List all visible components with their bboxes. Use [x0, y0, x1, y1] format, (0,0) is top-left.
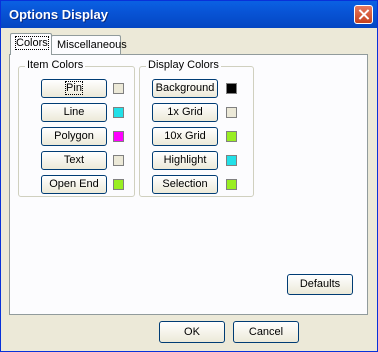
pin-color-swatch: [113, 83, 124, 94]
pin-button-label: Pin: [65, 81, 83, 95]
title-bar[interactable]: Options Display: [1, 1, 377, 28]
text-color-button[interactable]: Text: [41, 151, 107, 170]
display-colors-group-label: Display Colors: [146, 59, 221, 71]
display-colors-group: Display Colors Background 1x Grid 10x Gr…: [139, 59, 254, 197]
line-color-swatch: [113, 107, 124, 118]
defaults-button[interactable]: Defaults: [287, 274, 353, 295]
10x-grid-color-swatch: [226, 131, 237, 142]
line-button-label: Line: [63, 106, 85, 118]
background-button-label: Background: [155, 82, 215, 94]
close-icon[interactable]: [354, 5, 373, 24]
background-color-button[interactable]: Background: [152, 79, 218, 98]
line-color-button[interactable]: Line: [41, 103, 107, 122]
selection-color-button[interactable]: Selection: [152, 175, 218, 194]
tab-colors-label: Colors: [15, 36, 49, 50]
polygon-color-button[interactable]: Polygon: [41, 127, 107, 146]
polygon-button-label: Polygon: [54, 130, 94, 142]
selection-color-swatch: [226, 179, 237, 190]
options-display-dialog: Options Display Colors Miscellaneous Ite…: [0, 0, 378, 352]
pin-color-button[interactable]: Pin: [41, 79, 107, 98]
10x-grid-color-button[interactable]: 10x Grid: [152, 127, 218, 146]
polygon-color-swatch: [113, 131, 124, 142]
1x-grid-color-swatch: [226, 107, 237, 118]
selection-button-label: Selection: [162, 178, 208, 190]
1x-grid-button-label: 1x Grid: [167, 106, 203, 118]
defaults-button-label: Defaults: [299, 278, 341, 290]
highlight-button-label: Highlight: [163, 154, 207, 166]
1x-grid-color-button[interactable]: 1x Grid: [152, 103, 218, 122]
highlight-color-swatch: [226, 155, 237, 166]
cancel-button-label: Cancel: [248, 326, 284, 338]
open-end-color-button[interactable]: Open End: [41, 175, 107, 194]
tab-colors[interactable]: Colors: [10, 33, 52, 55]
cancel-button[interactable]: Cancel: [233, 321, 299, 343]
item-colors-group-label: Item Colors: [25, 59, 86, 71]
window-title: Options Display: [9, 7, 108, 22]
open-end-color-swatch: [113, 179, 124, 190]
10x-grid-button-label: 10x Grid: [164, 130, 206, 142]
ok-button-label: OK: [184, 326, 200, 338]
tab-miscellaneous-label: Miscellaneous: [57, 39, 127, 51]
background-color-swatch: [226, 83, 237, 94]
colors-tab-panel: Item Colors Pin Line Polygon Text Open E…: [9, 54, 368, 315]
tab-miscellaneous[interactable]: Miscellaneous: [51, 35, 127, 54]
highlight-color-button[interactable]: Highlight: [152, 151, 218, 170]
text-button-label: Text: [63, 154, 85, 166]
open-end-button-label: Open End: [49, 178, 99, 190]
text-color-swatch: [113, 155, 124, 166]
ok-button[interactable]: OK: [159, 321, 225, 343]
item-colors-group: Item Colors Pin Line Polygon Text Open E…: [18, 59, 135, 197]
